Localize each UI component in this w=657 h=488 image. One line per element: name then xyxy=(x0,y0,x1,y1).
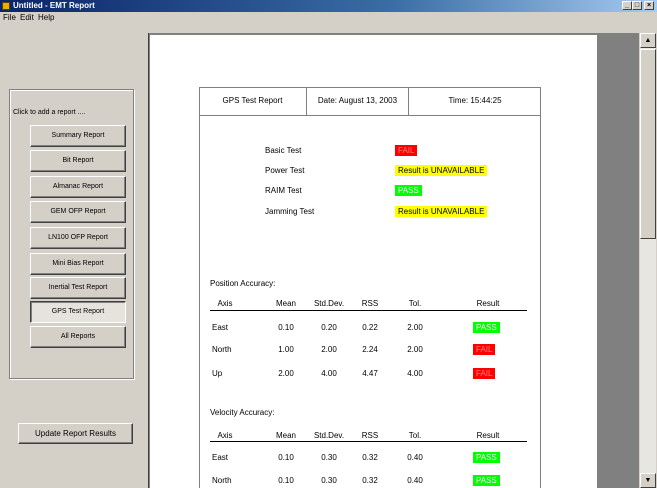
report-button-mini-bias-report[interactable]: Mini Bias Report xyxy=(30,253,126,275)
table-cell-mean: 0.10 xyxy=(278,453,294,462)
table-cell-axis: East xyxy=(212,323,229,332)
table-cell-std: 0.30 xyxy=(321,453,337,462)
column-header: Tol. xyxy=(408,299,422,308)
report-date: Date: August 13, 2003 xyxy=(307,87,409,115)
table-cell-mean: 0.10 xyxy=(278,323,294,332)
column-header: Mean xyxy=(275,431,296,440)
column-header: RSS xyxy=(361,431,379,440)
report-title: GPS Test Report xyxy=(199,87,307,115)
column-header: Axis xyxy=(217,299,233,308)
velocity-header-rule xyxy=(210,441,527,442)
column-header: Tol. xyxy=(408,431,422,440)
report-button-inertial-test-report[interactable]: Inertial Test Report xyxy=(30,277,126,299)
table-cell-tol: 2.00 xyxy=(407,345,423,354)
table-cell-axis: East xyxy=(212,453,229,462)
report-button-summary-report[interactable]: Summary Report xyxy=(30,125,126,147)
column-header: RSS xyxy=(361,299,379,308)
column-header: Result xyxy=(476,431,500,440)
vertical-scrollbar[interactable]: ▲ ▼ xyxy=(640,33,656,488)
menu-file[interactable]: File xyxy=(3,12,16,24)
position-header-rule xyxy=(210,310,527,311)
table-cell-std: 2.00 xyxy=(321,345,337,354)
table-cell-std: 0.30 xyxy=(321,476,337,485)
table-cell-mean: 2.00 xyxy=(278,369,294,378)
table-cell-rss: 4.47 xyxy=(362,369,378,378)
header-divider xyxy=(199,115,541,116)
result-badge: FAIL xyxy=(473,344,496,355)
report-button-almanac-report[interactable]: Almanac Report xyxy=(30,176,126,198)
table-cell-std: 4.00 xyxy=(321,369,337,378)
test-name: RAIM Test xyxy=(265,186,302,195)
group-label: Click to add a report .... xyxy=(13,109,86,116)
menu-edit[interactable]: Edit xyxy=(20,12,34,24)
report-button-gps-test-report[interactable]: GPS Test Report xyxy=(30,301,126,323)
scroll-thumb[interactable] xyxy=(640,49,656,239)
report-button-gem-ofp-report[interactable]: GEM OFP Report xyxy=(30,201,126,223)
table-cell-axis: North xyxy=(212,476,232,485)
table-cell-tol: 0.40 xyxy=(407,453,423,462)
title-bar: Untitled - EMT Report _ □ × xyxy=(0,0,657,12)
column-header: Result xyxy=(476,299,500,308)
test-name: Basic Test xyxy=(265,146,302,155)
update-report-results-button[interactable]: Update Report Results xyxy=(18,423,133,444)
test-result-badge: Result is UNAVAILABLE xyxy=(395,206,488,217)
table-cell-axis: Up xyxy=(212,369,223,378)
result-badge: PASS xyxy=(473,322,500,333)
menu-bar: File Edit Help xyxy=(0,12,657,24)
table-cell-rss: 0.22 xyxy=(362,323,378,332)
table-cell-rss: 2.24 xyxy=(362,345,378,354)
report-button-bit-report[interactable]: Bit Report xyxy=(30,150,126,172)
window-title: Untitled - EMT Report xyxy=(13,1,95,10)
test-name: Power Test xyxy=(265,166,305,175)
close-button[interactable]: × xyxy=(644,1,654,10)
test-result-badge: FAIL xyxy=(395,145,418,156)
table-cell-tol: 2.00 xyxy=(407,323,423,332)
position-accuracy-label: Position Accuracy: xyxy=(210,279,276,288)
test-name: Jamming Test xyxy=(265,207,315,216)
result-badge: FAIL xyxy=(473,368,496,379)
report-page: GPS Test Report Date: August 13, 2003 Ti… xyxy=(150,35,597,488)
test-result-badge: PASS xyxy=(395,185,422,196)
report-button-ln100-ofp-report[interactable]: LN100 OFP Report xyxy=(30,227,126,249)
scroll-up-arrow-icon[interactable]: ▲ xyxy=(640,33,656,48)
scroll-down-arrow-icon[interactable]: ▼ xyxy=(640,473,656,488)
maximize-button[interactable]: □ xyxy=(632,1,642,10)
table-cell-mean: 1.00 xyxy=(278,345,294,354)
table-cell-mean: 0.10 xyxy=(278,476,294,485)
app-icon xyxy=(2,2,10,10)
report-button-all-reports[interactable]: All Reports xyxy=(30,326,126,348)
velocity-accuracy-label: Velocity Accuracy: xyxy=(210,408,275,417)
result-badge: PASS xyxy=(473,452,500,463)
report-time: Time: 15:44:25 xyxy=(448,96,502,105)
table-cell-tol: 0.40 xyxy=(407,476,423,485)
result-badge: PASS xyxy=(473,475,500,486)
minimize-button[interactable]: _ xyxy=(622,1,632,10)
table-cell-tol: 4.00 xyxy=(407,369,423,378)
table-cell-axis: North xyxy=(212,345,232,354)
column-header: Axis xyxy=(217,431,233,440)
menu-help[interactable]: Help xyxy=(38,12,54,24)
test-result-badge: Result is UNAVAILABLE xyxy=(395,165,488,176)
column-header: Std.Dev. xyxy=(313,299,345,308)
table-cell-std: 0.20 xyxy=(321,323,337,332)
column-header: Std.Dev. xyxy=(313,431,345,440)
table-cell-rss: 0.32 xyxy=(362,476,378,485)
column-header: Mean xyxy=(275,299,296,308)
table-cell-rss: 0.32 xyxy=(362,453,378,462)
